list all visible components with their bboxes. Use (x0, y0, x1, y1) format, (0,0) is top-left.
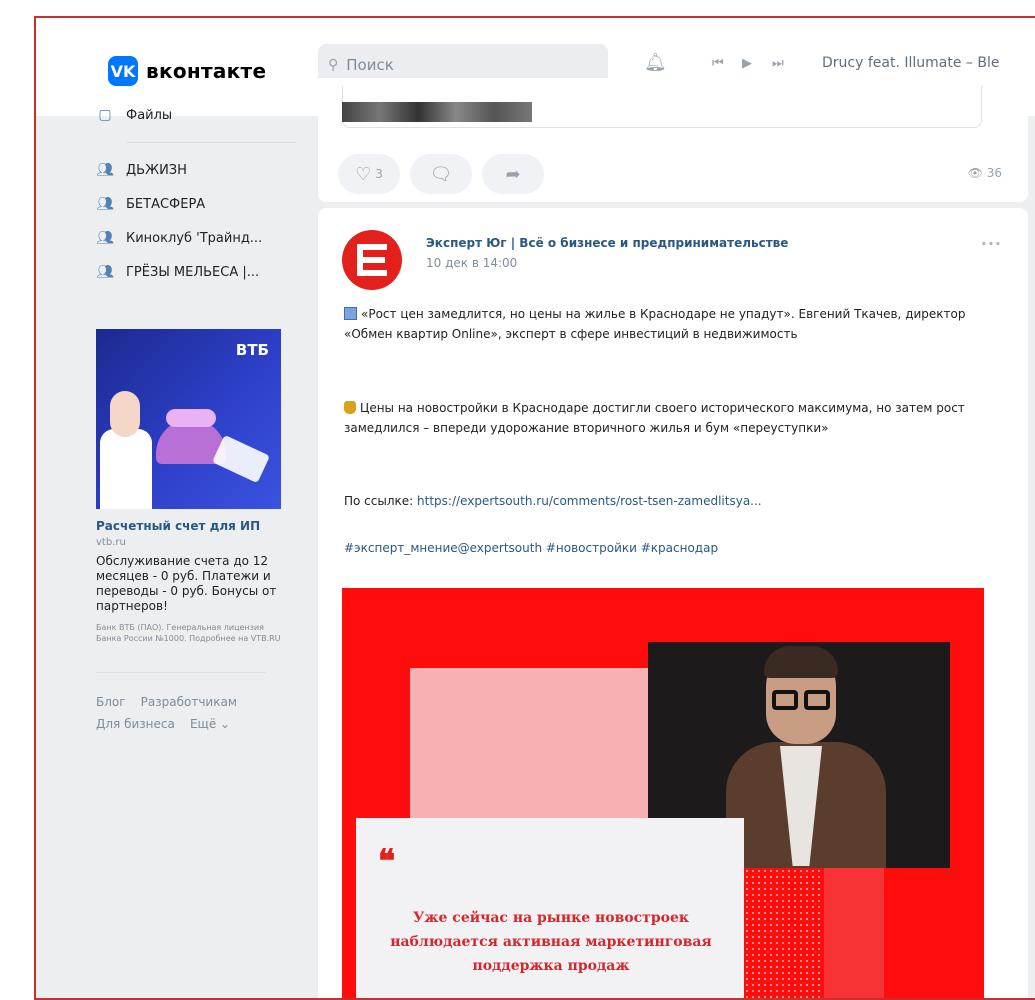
play-icon[interactable]: ▶ (742, 56, 752, 71)
ad-description: Обслуживание счета до 12 месяцев - 0 руб… (96, 554, 277, 613)
bell-icon[interactable]: 🔔︎ (644, 52, 667, 73)
like-count: 3 (375, 167, 383, 181)
sidebar-divider (126, 142, 296, 143)
heart-icon: ♡ (355, 163, 372, 185)
sidebar-item-label: Киноклуб 'Трайнд... (126, 230, 263, 246)
group-icon: 👥︎ (96, 196, 114, 212)
view-count: 36 (986, 166, 1002, 180)
ad-illustration-card (212, 434, 270, 484)
ad-legal-text: Банк ВТБ (ПАО). Генеральная лицензия Бан… (96, 623, 281, 643)
footer-link-business[interactable]: Для бизнеса (96, 717, 175, 731)
like-button[interactable]: ♡ 3 (338, 154, 400, 194)
money-bag-emoji-icon (344, 401, 356, 414)
ad-illustration-person (100, 429, 152, 509)
view-counter: 👁︎ 36 (968, 166, 1002, 180)
more-options-icon[interactable]: ··· (981, 234, 1002, 253)
group-icon: 👥︎ (96, 264, 114, 280)
vk-logo-text: вконтакте (146, 59, 267, 83)
sidebar-item-group[interactable]: 👥︎ ДЬЖИЗН (96, 153, 296, 187)
eye-icon: 👁︎ (967, 166, 987, 180)
post-hashtags[interactable]: #эксперт_мнение@expertsouth #новостройки… (344, 538, 994, 558)
browser-frame: VK вконтакте ⚲ 🔔︎ ⏮ ▶ ⏭ Drucy feat. Illu… (34, 16, 1035, 1000)
share-button[interactable]: ➦ (482, 154, 544, 194)
photo-hair (764, 646, 838, 678)
sidebar-item-label: ДЬЖИЗН (126, 162, 187, 178)
glasses-icon (804, 690, 830, 710)
now-playing-track[interactable]: Drucy feat. Illumate – Ble (822, 55, 999, 71)
sidebar-item-files[interactable]: ▢ Файлы (96, 98, 296, 132)
post-date[interactable]: 10 дек в 14:00 (426, 256, 517, 270)
next-track-icon[interactable]: ⏭ (772, 56, 784, 71)
previous-track-icon[interactable]: ⏮ (712, 56, 724, 71)
previous-post: ♡ 3 🗨︎ ➦ 👁︎ 36 (318, 78, 1028, 202)
post-paragraph-text: Цены на новостройки в Краснодаре достигл… (344, 401, 965, 435)
post-author[interactable]: Эксперт Юг | Всё о бизнесе и предпринима… (426, 236, 788, 250)
footer-link-more[interactable]: Ещё ⌄ (190, 717, 230, 731)
post-actions: ♡ 3 🗨︎ ➦ (338, 154, 544, 194)
ad-illustration-face (110, 391, 140, 437)
link-label: По ссылке: (344, 494, 414, 508)
post-link-line: По ссылке: https://expertsouth.ru/commen… (344, 491, 994, 511)
ad-brand-logo: ВТБ (235, 341, 269, 359)
sidebar-item-label: Файлы (126, 107, 173, 123)
sidebar-footer: Блог Разработчикам Для бизнеса Ещё ⌄ (96, 672, 266, 735)
sidebar-ad[interactable]: ВТБ Расчетный счет для ИП vtb.ru Обслужи… (96, 329, 281, 644)
image-quote-card: ❝ Уже сейчас на рынке новостроек наблюда… (356, 818, 744, 1000)
image-accent-block (824, 868, 884, 1000)
feed-post: Эксперт Юг | Всё о бизнесе и предпринима… (318, 208, 1028, 1000)
calendar-emoji-icon (344, 307, 357, 320)
footer-link-developers[interactable]: Разработчикам (141, 695, 237, 709)
ad-image[interactable]: ВТБ (96, 329, 281, 509)
glasses-icon (772, 690, 798, 710)
group-icon: 👥︎ (96, 230, 114, 246)
attachment-thumbnail[interactable] (342, 102, 532, 122)
share-icon: ➦ (505, 163, 521, 185)
expert-logo-icon (357, 244, 387, 276)
post-paragraph-text: «Рост цен замедлится, но цены на жилье в… (344, 307, 966, 341)
search-input[interactable] (346, 56, 577, 74)
sidebar-item-label: ГРЁЗЫ МЕЛЬЕСА |... (126, 264, 260, 280)
vk-logo-icon: VK (108, 56, 138, 86)
search-icon: ⚲ (328, 57, 339, 73)
author-avatar[interactable] (342, 230, 402, 290)
sidebar-item-label: БЕТАСФЕРА (126, 196, 206, 212)
footer-link-blog[interactable]: Блог (96, 695, 126, 709)
vk-logo[interactable]: VK вконтакте (108, 56, 266, 86)
group-icon: 👥︎ (96, 162, 114, 178)
comment-icon: 🗨︎ (429, 163, 453, 185)
file-icon: ▢ (98, 107, 112, 123)
sidebar-item-group[interactable]: 👥︎ БЕТАСФЕРА (96, 187, 296, 221)
sidebar-item-group[interactable]: 👥︎ ГРЁЗЫ МЕЛЬЕСА |... (96, 255, 296, 289)
comment-button[interactable]: 🗨︎ (410, 154, 472, 194)
ad-domain: vtb.ru (96, 537, 126, 548)
quote-mark-icon: ❝ (378, 842, 396, 880)
post-image[interactable]: ❝ Уже сейчас на рынке новостроек наблюда… (342, 588, 984, 1000)
ad-illustration-cake-top (166, 409, 216, 427)
left-sidebar: ▢ Файлы 👥︎ ДЬЖИЗН 👥︎ БЕТАСФЕРА 👥︎ Кинокл… (96, 98, 296, 735)
image-quote-text: Уже сейчас на рынке новостроек наблюдает… (390, 910, 712, 974)
sidebar-item-group[interactable]: 👥︎ Киноклуб 'Трайнд... (96, 221, 296, 255)
post-link[interactable]: https://expertsouth.ru/comments/rost-tse… (417, 494, 762, 508)
image-dot-pattern (744, 868, 824, 1000)
ad-title[interactable]: Расчетный счет для ИП (96, 519, 281, 533)
post-paragraph: Цены на новостройки в Краснодаре достигл… (344, 398, 994, 438)
post-paragraph: «Рост цен замедлится, но цены на жилье в… (344, 304, 994, 344)
